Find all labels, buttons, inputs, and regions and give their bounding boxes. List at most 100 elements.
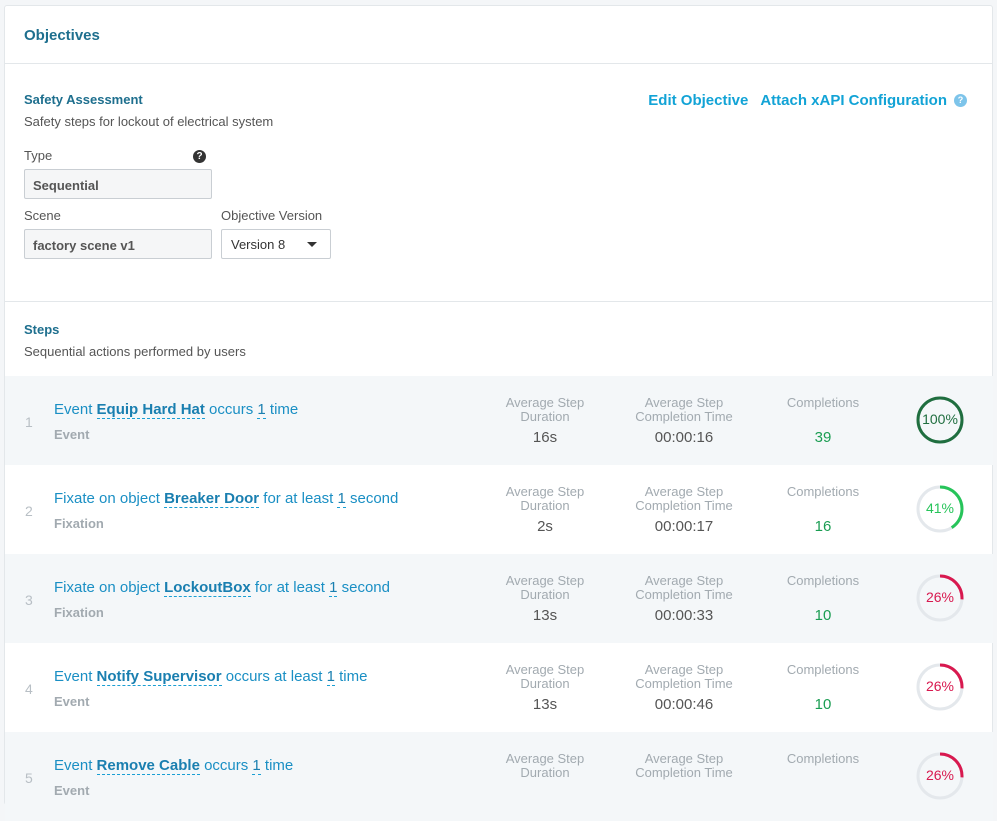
completion-gauge: 26% (913, 660, 967, 714)
step-target-link[interactable]: Remove Cable (96, 757, 200, 775)
step-prefix: Fixate on object (54, 490, 165, 507)
completions-label: Completions (786, 484, 860, 499)
avg-duration-label-line2: Duration (520, 765, 570, 780)
step-target-link[interactable]: Breaker Door (164, 490, 260, 508)
avg-duration-label-line2: Duration (520, 498, 570, 513)
avg-duration-label-line1: Average Step (505, 484, 585, 499)
completions-label: Completions (786, 395, 860, 410)
completions-value: 10 (814, 607, 832, 624)
step-row[interactable]: 4 Event Notify Supervisor occurs at least… (5, 643, 993, 732)
avg-completion-value: 00:00:33 (654, 607, 714, 624)
step-count-link[interactable]: 1 (337, 490, 346, 508)
step-suffix: second (345, 490, 399, 507)
avg-duration-label-line2: Duration (520, 587, 570, 602)
completions-label: Completions (786, 662, 860, 677)
step-target-link[interactable]: Equip Hard Hat (96, 401, 205, 419)
step-number: 2 (25, 503, 33, 519)
step-row[interactable]: 1 Event Equip Hard Hat occurs 1 time Event… (5, 376, 993, 465)
attach-xapi-link[interactable]: Attach xAPI Configuration (760, 92, 947, 109)
panel-title: Objectives (5, 6, 992, 64)
avg-completion-label-line2: Completion Time (635, 676, 733, 691)
step-description: Event Notify Supervisor occurs at least … (54, 668, 367, 686)
step-target-link[interactable]: LockoutBox (164, 579, 251, 597)
completions-value: 10 (814, 696, 832, 713)
step-description: Fixate on object Breaker Door for at lea… (54, 490, 399, 508)
steps-subtitle: Sequential actions performed by users (24, 344, 246, 359)
avg-completion-label-line2: Completion Time (635, 409, 733, 424)
help-icon[interactable]: ? (954, 94, 967, 107)
avg-completion-label-line1: Average Step (644, 395, 724, 410)
avg-duration-label-line1: Average Step (505, 573, 585, 588)
completions-label: Completions (786, 751, 860, 766)
completions-value: 39 (814, 429, 832, 446)
step-type: Fixation (54, 516, 104, 531)
step-prefix: Fixate on object (54, 579, 165, 596)
step-middle: occurs (199, 757, 253, 774)
version-value: Version 8 (231, 237, 286, 252)
gauge-percent: 100% (922, 411, 958, 427)
step-suffix: time (260, 757, 294, 774)
avg-duration-label-line2: Duration (520, 676, 570, 691)
objectives-panel: Objectives Safety Assessment Safety step… (4, 5, 993, 821)
objective-name: Safety Assessment (24, 92, 143, 107)
step-middle: occurs at least (221, 668, 327, 685)
gauge-percent: 41% (925, 500, 955, 516)
step-type: Event (54, 427, 90, 442)
steps-title: Steps (24, 322, 60, 337)
completion-gauge: 26% (913, 749, 967, 803)
completion-gauge: 100% (913, 393, 967, 447)
completion-gauge: 41% (913, 482, 967, 536)
step-row[interactable]: 5 Event Remove Cable occurs 1 time Event Av… (5, 732, 993, 821)
avg-completion-label-line1: Average Step (644, 573, 724, 588)
avg-duration-label-line1: Average Step (505, 751, 585, 766)
step-prefix: Event (54, 757, 97, 774)
objective-description: Safety steps for lockout of electrical s… (24, 114, 274, 129)
step-type: Event (54, 694, 90, 709)
step-prefix: Event (54, 401, 97, 418)
completions-label: Completions (786, 573, 860, 588)
version-select[interactable]: Version 8 (221, 229, 331, 259)
scene-field[interactable]: factory scene v1 (24, 229, 212, 259)
avg-duration-value: 13s (532, 607, 558, 624)
step-count-link[interactable]: 1 (257, 401, 266, 419)
edit-objective-link[interactable]: Edit Objective (648, 92, 748, 109)
steps-header: Steps Sequential actions performed by us… (5, 302, 992, 378)
step-row[interactable]: 3 Fixate on object LockoutBox for at leas… (5, 554, 993, 643)
step-middle: occurs (204, 401, 258, 418)
type-label: Type (24, 148, 53, 163)
step-target-link[interactable]: Notify Supervisor (96, 668, 222, 686)
avg-completion-label-line2: Completion Time (635, 765, 733, 780)
avg-completion-label-line1: Average Step (644, 662, 724, 677)
step-type: Fixation (54, 605, 104, 620)
gauge-percent: 26% (925, 589, 955, 605)
step-number: 4 (25, 681, 33, 697)
avg-duration-label-line1: Average Step (505, 662, 585, 677)
avg-completion-label-line1: Average Step (644, 484, 724, 499)
step-row[interactable]: 2 Fixate on object Breaker Door for at le… (5, 465, 993, 554)
step-type: Event (54, 783, 90, 798)
avg-completion-label-line2: Completion Time (635, 587, 733, 602)
avg-duration-value: 16s (532, 429, 558, 446)
avg-duration-value: 13s (532, 696, 558, 713)
step-count-link[interactable]: 1 (326, 668, 335, 686)
question-icon[interactable]: ? (193, 150, 206, 163)
avg-completion-value: 00:00:16 (654, 429, 714, 446)
step-prefix: Event (54, 668, 97, 685)
step-number: 5 (25, 770, 33, 786)
avg-completion-value: 00:00:46 (654, 696, 714, 713)
avg-duration-label-line2: Duration (520, 409, 570, 424)
step-number: 1 (25, 414, 33, 430)
avg-completion-value: 00:00:17 (654, 518, 714, 535)
completions-value: 16 (814, 518, 832, 535)
version-label: Objective Version (221, 208, 323, 223)
caret-down-icon (307, 242, 317, 247)
step-number: 3 (25, 592, 33, 608)
step-description: Event Remove Cable occurs 1 time (54, 757, 294, 775)
completion-gauge: 26% (913, 571, 967, 625)
step-suffix: time (265, 401, 299, 418)
step-suffix: second (337, 579, 390, 596)
scene-label: Scene (24, 208, 61, 223)
step-count-link[interactable]: 1 (252, 757, 261, 775)
type-field[interactable]: Sequential (24, 169, 212, 199)
gauge-percent: 26% (925, 678, 955, 694)
